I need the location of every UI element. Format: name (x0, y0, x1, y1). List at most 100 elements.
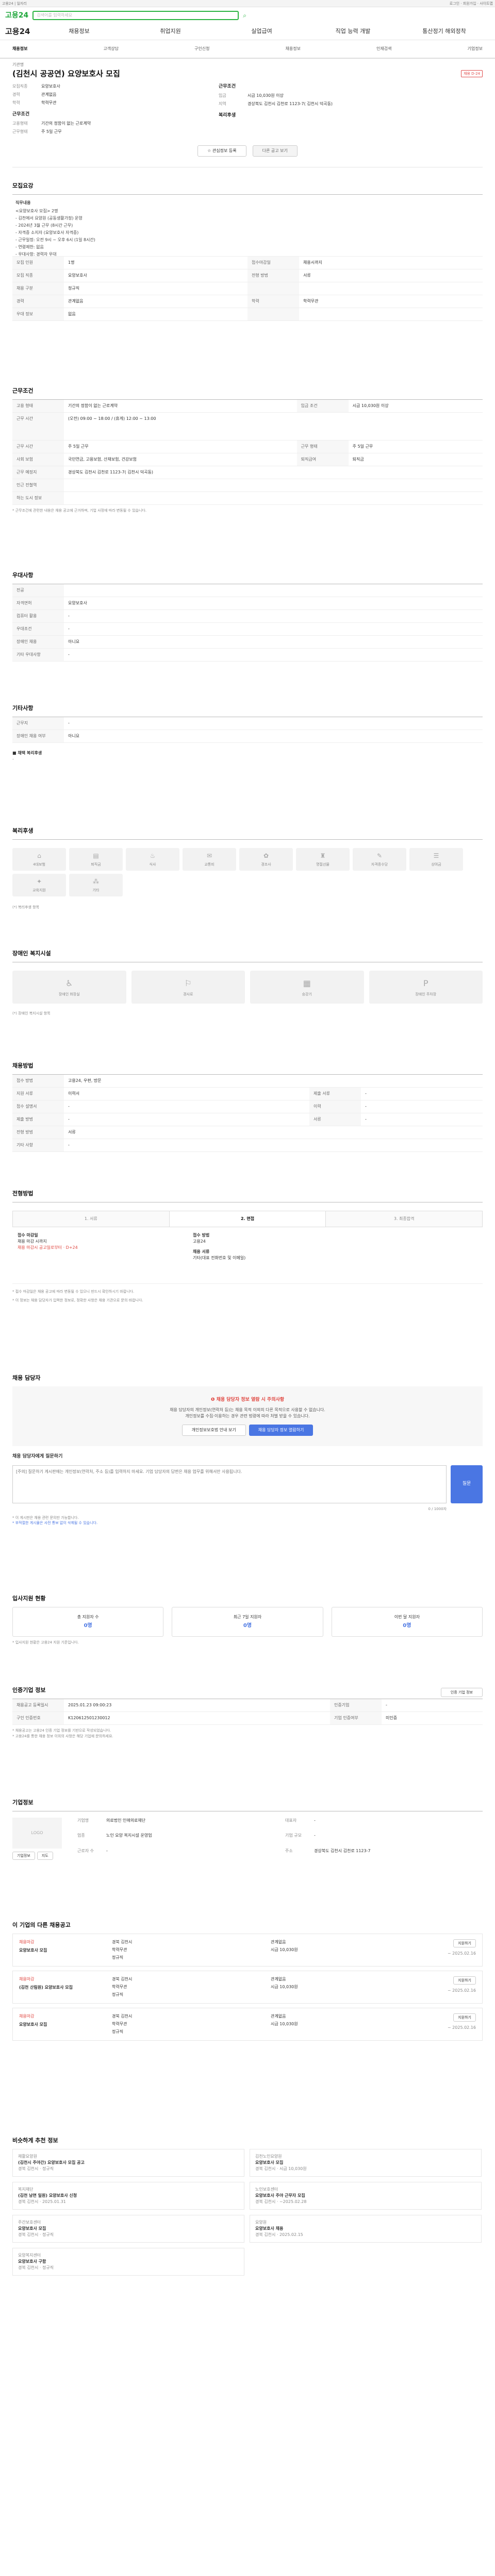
rec-title[interactable]: (김천시 주야간) 요양보호사 모집 공고 (18, 2160, 85, 2166)
th: 장애인 채용 (12, 635, 64, 649)
job-tag: 채용마감 (19, 2014, 35, 2019)
rec-org: 요양복지센터 (18, 2253, 41, 2258)
disability-icon: ♿ (65, 978, 73, 988)
contact-p1: 채용 담당자의 개인정보(연락처 등)는 채용 목적 이외의 다른 목적으로 사… (170, 1407, 325, 1412)
list-item[interactable]: 채용마감 요양보호사 모집 경북 김천시 관계없음 학력무관 시급 10,030원 정… (12, 1934, 483, 1967)
company-info-button[interactable]: 기업정보 (12, 1852, 35, 1860)
privacy-guide-button[interactable]: 개인정보보호법 안내 보기 (182, 1424, 246, 1436)
job-edu: 학력무관 (112, 1947, 127, 1952)
rec-title[interactable]: 요양보호사 구함 (18, 2259, 54, 2265)
nav-item-jobs[interactable]: 채용정보 (34, 27, 125, 36)
rec-org: 요양원 (255, 2220, 267, 2225)
td: - (360, 1100, 483, 1113)
rec-card[interactable]: 김천노인요양원 요양보호사 모집 경북 김천시 · 시급 10,030원 (250, 2149, 482, 2177)
section-contact: 채용 담당자 ❶ 채용 담당자 정보 열람 시 주의사항 채용 담당자의 개인정… (12, 1374, 483, 1580)
th: 장애인 채용 여부 (12, 730, 64, 743)
apply-button[interactable]: 지원하기 (453, 1976, 476, 1985)
list-item[interactable]: 채용마감 요양보호사 모집 경북 김천시 관계없음 학력무관 시급 10,030원 정… (12, 2008, 483, 2041)
cert-info-button[interactable]: 인증 기업 정보 (440, 1687, 483, 1697)
rec-title[interactable]: 요양보호사 모집 (255, 2160, 307, 2166)
stat-value: 0명 (403, 1623, 411, 1629)
rec-title[interactable]: 요양보호사 주야 근무자 모집 (255, 2193, 306, 2199)
rec-card[interactable]: 요양복지센터 요양보호사 구함 경북 김천시 · 정규직 (12, 2248, 244, 2276)
nav-item-training[interactable]: 직업 능력 개발 (307, 27, 399, 36)
tab-company[interactable]: 기업정보 (468, 46, 483, 52)
kv-value: - (314, 1833, 316, 1838)
method-table: 접수 방법 고용24, 우편, 방문 지원 서류 이력서 제출 서류 - 접수 설명서 -… (12, 1075, 483, 1152)
kv-value: - (106, 1848, 108, 1853)
question-count: 0 / 1000자 (428, 1507, 447, 1511)
top-right[interactable]: 로그인 · 회원가입 · 사이트맵 (450, 1, 493, 6)
section-disability: 장애인 복지시설 ♿ 장애인 화장실 ⚐ 경사로 ▦ 승강기 P 장애인 주차장 (*)… (12, 950, 483, 1047)
th: 제출 방법 (12, 1113, 64, 1126)
welfare-note: (*) 복리후생 항목 (12, 905, 40, 909)
bookmark-button[interactable]: ☆ 관심정보 등록 (197, 145, 246, 157)
td: 2025.01.23 09:00:23 (64, 1699, 330, 1712)
question-submit-button[interactable]: 질문 (451, 1465, 483, 1503)
rec-card[interactable]: 노인보호센터 요양보호사 주야 근무자 모집 경북 김천시 · ~2025.02.2… (250, 2182, 482, 2210)
page-title: (김천시 공공연) 요양보호사 모집 (12, 69, 120, 78)
tab-jobs[interactable]: 채용정보 (12, 46, 27, 52)
job-tag: 채용마감 (19, 1940, 35, 1944)
company-map-button[interactable]: 지도 (37, 1852, 53, 1860)
td: - (381, 1699, 483, 1712)
tab-request[interactable]: 구인신청 (194, 46, 209, 52)
job-title[interactable]: (김천 산림원) 요양보호사 모집 (19, 1985, 112, 1991)
rec-title[interactable]: 요양보호사 모집 (18, 2226, 54, 2232)
rec-card[interactable]: 재활요양원 (김천시 주야간) 요양보호사 모집 공고 경북 김천시 · 정규직 (12, 2149, 244, 2177)
search-placeholder: 검색어를 입력하세요 (37, 13, 73, 18)
nav-brand[interactable]: 고용24 (5, 26, 34, 38)
rec-org: 김천노인요양원 (255, 2154, 282, 2159)
job-edu: 학력무관 (112, 2022, 127, 2026)
welfare-cards: ⌂ 4대보험 ▤ 퇴직금 ♨ 식사 ✉ 교통비 ✿ 경조사 ♜ 명절선물 ✎ 자격증수당 ☰ 상… (12, 848, 483, 896)
search-input[interactable]: 검색어를 입력하세요 (32, 11, 239, 20)
search-icon[interactable]: ⌕ (243, 11, 246, 20)
tab-jobinfo[interactable]: 채용정보 (286, 46, 301, 52)
apply-button[interactable]: 지원하기 (453, 2013, 476, 2022)
rec-card[interactable]: 주간보호센터 요양보호사 모집 경북 김천시 · 정규직 (12, 2215, 244, 2243)
th: 우대 정보 (12, 308, 64, 321)
nav-item-overseas[interactable]: 통산정기 해외정착 (399, 27, 490, 36)
job-title[interactable]: 요양보호사 모집 (19, 2022, 112, 2028)
job-loc: 경북 김천시 (112, 1940, 133, 1944)
nav-item-support[interactable]: 취업지원 (125, 27, 216, 36)
stat-value: 0명 (243, 1623, 252, 1629)
th: 기업 인증여부 (329, 1711, 382, 1725)
rec-title[interactable]: (김천 남면 일원) 요양보호사 신청 (18, 2193, 77, 2199)
welfare-card: ▤ 퇴직금 (69, 848, 123, 871)
tab-talent[interactable]: 인재검색 (376, 46, 391, 52)
other-jobs-button[interactable]: 다른 공고 보기 (252, 145, 298, 157)
th: 전형 방법 (12, 1126, 64, 1139)
info-key: 접수 마감일 (18, 1233, 38, 1238)
kv-key: 주소 (285, 1848, 293, 1853)
job-type: 정규직 (112, 1992, 124, 1997)
td: (오전) 09:00 ~ 18:00 / (휴게) 12:00 ~ 13:00 (64, 412, 483, 440)
welfare-label: 퇴직금 (91, 862, 101, 867)
job-desc-line: - 근무일정: 오전 9시 ~ 오후 6시 (1일 8시간) (15, 238, 95, 242)
th (248, 308, 299, 321)
tab-counsel[interactable]: 고객상담 (104, 46, 119, 52)
job-title[interactable]: 요양보호사 모집 (19, 1947, 112, 1954)
list-item[interactable]: 채용마감 (김천 산림원) 요양보호사 모집 경북 김천시 관계없음 학력무관 시급 … (12, 1971, 483, 2004)
apply-button[interactable]: 지원하기 (453, 1939, 476, 1947)
th: 근무 시간 (12, 412, 64, 440)
site-logo[interactable]: 고용24 (5, 10, 28, 21)
kv-value: 주 5일 근무 (41, 129, 62, 134)
td: 서류 (299, 269, 483, 282)
section-title: 기타사항 (12, 704, 34, 711)
disability-card: ▦ 승강기 (250, 971, 364, 1004)
welfare-card: ✉ 교통비 (183, 848, 236, 871)
view-contact-button[interactable]: 채용 담당자 정보 열람하기 (249, 1424, 314, 1436)
disability-card: P 장애인 주차장 (369, 971, 483, 1004)
section-title: 비슷하게 추천 정보 (12, 2137, 58, 2144)
rec-card[interactable]: 복지재단 (김천 남면 일원) 요양보호사 신청 경북 김천시 · 2025.01.… (12, 2182, 244, 2210)
nav-item-benefit[interactable]: 실업급여 (216, 27, 307, 36)
section-title: 채용방법 (12, 1062, 34, 1069)
th: 퇴직급여 (296, 453, 349, 466)
question-input[interactable] (12, 1465, 447, 1503)
td: 없음 (64, 308, 248, 321)
td (299, 308, 483, 321)
kv-value: 학력무관 (41, 100, 57, 105)
rec-title[interactable]: 요양보호사 채용 (255, 2226, 303, 2232)
rec-card[interactable]: 요양원 요양보호사 채용 경북 김천시 · 2025.02.15 (250, 2215, 482, 2243)
